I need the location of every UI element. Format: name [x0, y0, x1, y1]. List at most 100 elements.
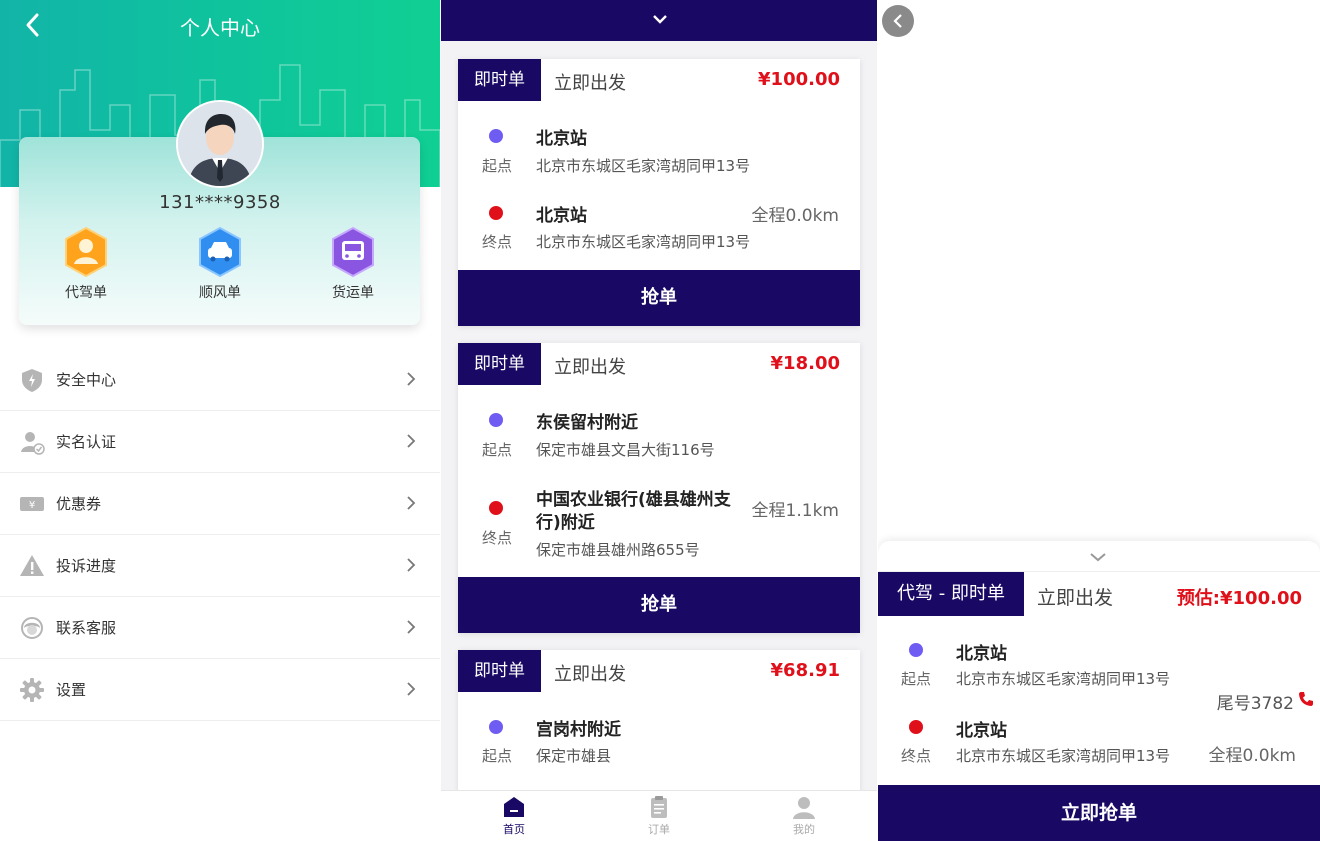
grab-order-button[interactable]: 抢单 — [458, 270, 860, 326]
tab-label: 首页 — [503, 823, 525, 836]
start-address: 北京市东城区毛家湾胡同甲13号 — [536, 157, 751, 175]
start-label: 起点 — [901, 670, 932, 688]
order-price: ¥100.00 — [758, 69, 840, 90]
order-type-designated-driving[interactable]: 代驾单 — [46, 226, 126, 302]
top-bar — [441, 0, 877, 41]
end-label: 终点 — [482, 529, 513, 547]
menu-item-label: 实名认证 — [56, 433, 117, 451]
chevron-right-icon — [407, 620, 416, 634]
order-type-tag: 即时单 — [458, 343, 541, 385]
gear-icon — [20, 678, 44, 702]
tab-home[interactable]: 首页 — [474, 795, 554, 837]
order-type-label: 货运单 — [332, 285, 374, 301]
profile-menu: 安全中心 实名认证 ¥ 优惠券 投诉进度 联系客服 设置 — [0, 349, 440, 721]
order-card: 即时单 立即出发 ¥100.00 起点 北京站 北京市东城区毛家湾胡同甲13号 … — [458, 59, 860, 326]
clipboard-icon — [651, 796, 667, 818]
menu-item-complaint-progress[interactable]: 投诉进度 — [0, 535, 440, 597]
avatar[interactable] — [176, 100, 264, 188]
phone-number: 131****9358 — [159, 192, 281, 213]
order-detail-sheet: 代驾 - 即时单 立即出发 预估:¥100.00 起点 北京站 北京市东城区毛家… — [878, 541, 1320, 841]
menu-item-settings[interactable]: 设置 — [0, 659, 440, 721]
start-address: 北京市东城区毛家湾胡同甲13号 — [956, 670, 1171, 688]
svg-text:¥: ¥ — [29, 500, 35, 511]
start-address: 保定市雄县 — [536, 747, 612, 765]
end-name: 北京站 — [536, 206, 587, 226]
menu-item-real-name-verification[interactable]: 实名认证 — [0, 411, 440, 473]
grab-order-now-button[interactable]: 立即抢单 — [878, 785, 1320, 841]
menu-item-coupons[interactable]: ¥ 优惠券 — [0, 473, 440, 535]
page-title: 个人中心 — [180, 16, 260, 40]
tab-mine[interactable]: 我的 — [764, 795, 844, 837]
person-icon — [793, 797, 815, 819]
trip-distance: 全程0.0km — [1208, 746, 1296, 766]
start-label: 起点 — [482, 441, 513, 459]
order-type-tag: 即时单 — [458, 59, 541, 101]
end-label: 终点 — [482, 233, 513, 251]
warning-icon — [20, 555, 44, 576]
chevron-down-icon[interactable] — [1088, 551, 1108, 563]
phone-icon[interactable] — [1298, 691, 1314, 707]
departure-time: 立即出发 — [1037, 587, 1114, 609]
start-label: 起点 — [482, 157, 513, 175]
avatar-person-icon — [178, 102, 262, 186]
start-dot-icon — [489, 720, 503, 734]
start-dot-icon — [489, 129, 503, 143]
coupon-icon: ¥ — [20, 497, 44, 511]
menu-item-contact-support[interactable]: 联系客服 — [0, 597, 440, 659]
chevron-right-icon — [407, 496, 416, 510]
start-name: 东侯留村附近 — [536, 413, 638, 433]
car-badge-icon — [199, 226, 241, 278]
start-name: 宫岗村附近 — [536, 720, 621, 740]
bottom-tab-bar: 首页 订单 我的 — [441, 790, 877, 841]
home-icon — [504, 797, 524, 817]
order-price: ¥68.91 — [770, 660, 840, 681]
end-address: 保定市雄县雄州路655号 — [536, 541, 700, 559]
chevron-down-icon[interactable] — [652, 14, 668, 24]
end-address: 北京市东城区毛家湾胡同甲13号 — [536, 233, 751, 251]
estimated-price: 预估:¥100.00 — [1176, 588, 1302, 609]
profile-panel: 个人中心 131****9358 代驾单 顺风单 货运单 安全中心 实名认证 ¥… — [0, 0, 440, 841]
start-label: 起点 — [482, 747, 513, 765]
start-dot-icon — [489, 413, 503, 427]
start-name: 北京站 — [956, 644, 1007, 664]
chevron-right-icon — [407, 372, 416, 386]
trip-distance: 全程1.1km — [751, 501, 839, 521]
menu-item-label: 联系客服 — [56, 619, 117, 637]
truck-badge-icon — [332, 226, 374, 278]
chevron-right-icon — [407, 558, 416, 572]
shield-icon — [22, 369, 42, 392]
trip-distance: 全程0.0km — [751, 206, 839, 226]
departure-time: 立即出发 — [554, 357, 626, 378]
menu-item-label: 投诉进度 — [56, 557, 117, 575]
chevron-right-icon — [407, 434, 416, 448]
order-type-label: 代驾单 — [65, 285, 107, 301]
order-card: 即时单 立即出发 ¥18.00 起点 东侯留村附近 保定市雄县文昌大街116号 … — [458, 343, 860, 633]
driver-badge-icon — [65, 226, 107, 278]
order-type-label: 顺风单 — [199, 285, 241, 301]
end-name: 北京站 — [956, 721, 1007, 741]
end-dot-icon — [489, 501, 503, 515]
order-detail-panel: 代驾 - 即时单 立即出发 预估:¥100.00 起点 北京站 北京市东城区毛家… — [878, 0, 1320, 841]
order-list-panel: 即时单 立即出发 ¥100.00 起点 北京站 北京市东城区毛家湾胡同甲13号 … — [441, 0, 877, 841]
customer-service-icon — [21, 617, 43, 639]
end-name-line-1: 中国农业银行(雄县雄州支 — [536, 490, 731, 510]
chevron-right-icon — [407, 682, 416, 696]
start-dot-icon — [909, 643, 923, 657]
end-dot-icon — [909, 720, 923, 734]
user-verify-icon — [21, 432, 45, 455]
start-name: 北京站 — [536, 129, 587, 149]
end-dot-icon — [489, 206, 503, 220]
tab-orders[interactable]: 订单 — [619, 795, 699, 837]
order-card: 即时单 立即出发 ¥68.91 起点 宫岗村附近 保定市雄县 — [458, 650, 860, 795]
tab-label: 订单 — [648, 823, 670, 836]
back-button[interactable] — [882, 5, 914, 37]
menu-item-label: 安全中心 — [56, 371, 117, 389]
end-address: 北京市东城区毛家湾胡同甲13号 — [956, 747, 1171, 765]
end-name-line-2: 行)附近 — [536, 513, 595, 533]
order-type-ride-share[interactable]: 顺风单 — [180, 226, 260, 302]
menu-item-security-center[interactable]: 安全中心 — [0, 349, 440, 411]
end-label: 终点 — [901, 747, 932, 765]
departure-time: 立即出发 — [554, 664, 626, 685]
grab-order-button[interactable]: 抢单 — [458, 577, 860, 633]
order-type-freight[interactable]: 货运单 — [313, 226, 393, 302]
